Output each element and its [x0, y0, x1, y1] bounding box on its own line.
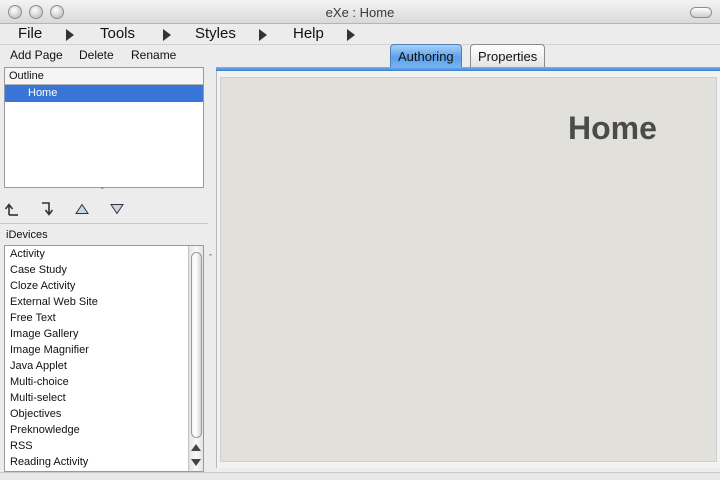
outline-node-home[interactable]: Home [5, 85, 203, 102]
promote-up-icon[interactable] [3, 200, 21, 218]
rename-page-button[interactable]: Rename [131, 48, 176, 62]
page-title: Home [568, 110, 657, 146]
submenu-arrow-icon [259, 29, 267, 41]
outline-header: Outline [5, 68, 203, 85]
menu-tools[interactable]: Tools [100, 25, 135, 42]
idevice-item[interactable]: Multi-choice [5, 374, 189, 390]
tab-properties[interactable]: Properties [470, 44, 546, 68]
idevices-scrollbar[interactable] [188, 246, 203, 471]
idevice-item[interactable]: External Web Site [5, 294, 189, 310]
panel-divider [0, 223, 208, 224]
idevice-item[interactable]: Case Study [5, 262, 189, 278]
idevice-item[interactable]: Activity [5, 246, 189, 262]
idevices-label: iDevices [6, 229, 48, 241]
menu-styles[interactable]: Styles [195, 25, 236, 42]
splitter-handle-icon[interactable]: ˆ [101, 187, 104, 196]
menu-help[interactable]: Help [293, 25, 324, 42]
submenu-arrow-icon [347, 29, 355, 41]
submenu-arrow-icon [66, 29, 74, 41]
idevice-item[interactable]: Objectives [5, 406, 189, 422]
scroll-down-arrow-icon[interactable] [191, 459, 201, 466]
idevice-item[interactable]: Preknowledge [5, 422, 189, 438]
status-bar [0, 472, 720, 480]
idevice-item[interactable]: Image Gallery [5, 326, 189, 342]
move-up-icon[interactable] [73, 200, 91, 218]
delete-page-button[interactable]: Delete [79, 48, 114, 62]
menu-file[interactable]: File [18, 25, 42, 42]
idevice-item[interactable]: Reading Activity [5, 454, 189, 470]
idevice-item[interactable]: Java Applet [5, 358, 189, 374]
idevice-item[interactable]: RSS [5, 438, 189, 454]
outline-tree: Outline Home [4, 67, 204, 188]
menu-bar: File Tools Styles Help [0, 24, 720, 45]
authoring-canvas[interactable]: Home [220, 77, 717, 462]
toolbar-toggle-button[interactable] [690, 7, 712, 18]
scroll-up-arrow-icon[interactable] [191, 444, 201, 451]
idevice-item[interactable]: Free Text [5, 310, 189, 326]
move-down-icon[interactable] [108, 200, 126, 218]
idevice-item[interactable]: Cloze Activity [5, 278, 189, 294]
title-bar: eXe : Home [0, 0, 720, 24]
tab-authoring[interactable]: Authoring [390, 44, 462, 68]
idevice-item[interactable]: Multi-select [5, 390, 189, 406]
idevice-item[interactable]: Image Magnifier [5, 342, 189, 358]
splitter-handle-icon[interactable]: ˆ [209, 253, 212, 263]
authoring-pane: Home [216, 71, 720, 468]
idevices-list: Activity Case Study Cloze Activity Exter… [4, 245, 204, 472]
window-title: eXe : Home [325, 5, 395, 20]
add-page-button[interactable]: Add Page [10, 48, 63, 62]
demote-down-icon[interactable] [38, 200, 56, 218]
submenu-arrow-icon [163, 29, 171, 41]
scrollbar-thumb[interactable] [191, 252, 202, 438]
